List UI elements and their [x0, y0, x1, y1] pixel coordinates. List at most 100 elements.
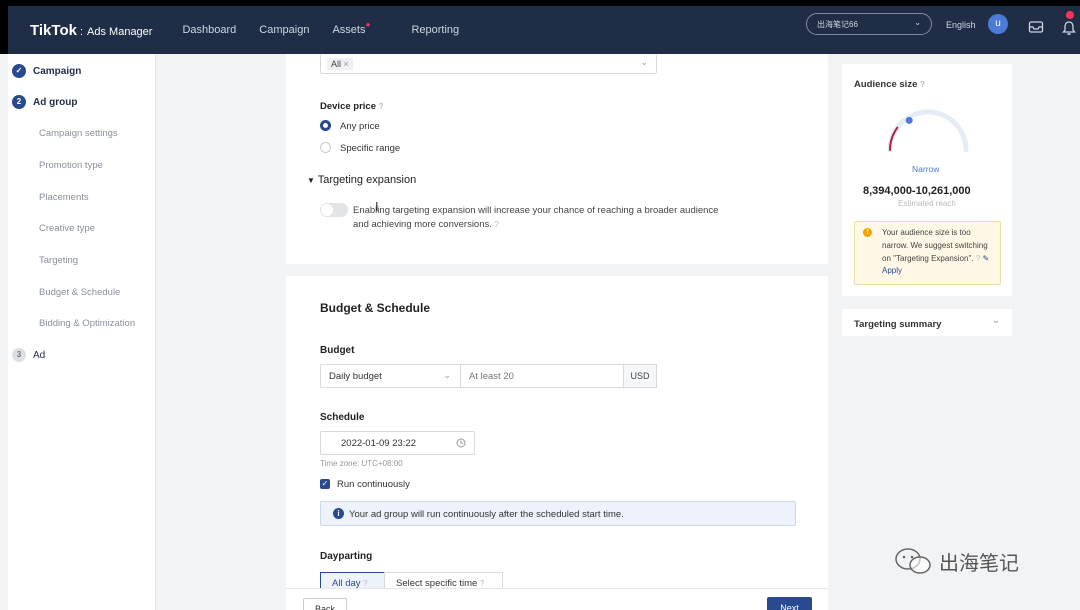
nav-assets-label: Assets	[332, 24, 366, 36]
schedule-label: Schedule	[320, 412, 365, 423]
targeting-summary-title: Targeting summary	[854, 319, 942, 330]
budget-type-value: Daily budget	[329, 371, 382, 382]
account-selector[interactable]: 出海笔记66 ⌄	[806, 13, 932, 35]
watermark-text: 出海笔记	[939, 550, 1019, 575]
substep-creative-type[interactable]: Creative type	[39, 223, 95, 234]
notification-badge	[1066, 11, 1074, 19]
chevron-down-icon: ⌄	[914, 18, 921, 27]
gauge-indicator	[905, 116, 913, 124]
next-button[interactable]: Next	[767, 597, 812, 610]
wechat-icon	[895, 548, 931, 574]
targeting-summary-panel[interactable]: Targeting summary ⌄	[842, 309, 1012, 336]
avatar[interactable]: u	[988, 14, 1008, 34]
help-icon[interactable]: ?	[379, 102, 384, 111]
logo-product-name: Ads Manager	[87, 25, 153, 38]
dayparting-label: Dayparting	[320, 551, 373, 562]
chevron-down-icon: ⌄	[991, 315, 1000, 326]
expansion-desc-line1: Enabling targeting expansion will increa…	[353, 205, 719, 216]
caret-down-icon: ▼	[307, 176, 315, 185]
substep-promotion-type[interactable]: Promotion type	[39, 160, 103, 171]
expansion-desc-line2: and achieving more conversions. ?	[353, 219, 499, 230]
bell-icon[interactable]	[1062, 20, 1076, 36]
info-text: Your ad group will run continuously afte…	[349, 509, 624, 520]
section-title: Budget & Schedule	[320, 301, 431, 315]
audience-warning-box: ! Your audience size is too narrow. We s…	[854, 221, 1001, 285]
language-switcher[interactable]: English	[946, 20, 976, 30]
substep-placements[interactable]: Placements	[39, 192, 89, 203]
run-continuously-label[interactable]: Run continuously	[337, 479, 410, 490]
help-icon[interactable]: ?	[920, 80, 925, 89]
audience-tag-select[interactable]: All × ⌄	[320, 54, 657, 74]
back-button[interactable]: Back	[303, 598, 347, 610]
targeting-expansion-toggle-header[interactable]: ▼ Targeting expansion	[307, 174, 416, 186]
step-label: Campaign	[33, 65, 82, 77]
account-name: 出海笔记66	[817, 20, 858, 29]
specific-range-label[interactable]: Specific range	[340, 143, 400, 154]
step-campaign[interactable]: ✓ Campaign	[12, 64, 81, 78]
tag-chip-label: All	[331, 59, 342, 69]
audience-size-title-text: Audience size	[854, 79, 918, 90]
close-icon[interactable]: ×	[344, 59, 349, 69]
warning-icon: !	[863, 228, 872, 237]
audience-size-title: Audience size ?	[854, 79, 925, 90]
targeting-card	[286, 54, 828, 264]
start-datetime-value: 2022-01-09 23:22	[341, 438, 417, 449]
substep-bidding-optimization[interactable]: Bidding & Optimization	[39, 318, 135, 329]
help-icon[interactable]: ?	[976, 254, 980, 263]
targeting-expansion-title: Targeting expansion	[317, 174, 417, 186]
substep-campaign-settings[interactable]: Campaign settings	[39, 128, 118, 139]
currency-addon: USD	[623, 364, 657, 388]
step-label: Ad group	[33, 96, 78, 108]
nav-campaign[interactable]: Campaign	[259, 24, 309, 36]
tag-chip: All ×	[327, 58, 353, 70]
start-date-picker[interactable]: 2022-01-09 23:22	[320, 431, 475, 455]
radio-specific-range[interactable]	[320, 142, 331, 153]
nav-assets[interactable]: Assets ●	[332, 20, 388, 36]
step-number: 2	[12, 95, 26, 109]
device-price-label-text: Device price	[320, 101, 376, 112]
nav-reporting[interactable]: Reporting	[411, 24, 459, 36]
help-icon[interactable]: ?	[495, 220, 499, 229]
check-icon: ✓	[12, 64, 26, 78]
gauge-track	[887, 109, 969, 153]
main-nav: Dashboard Campaign Assets ● Reporting	[182, 20, 482, 36]
step-ad[interactable]: 3 Ad	[12, 348, 45, 362]
any-price-label[interactable]: Any price	[340, 121, 380, 132]
run-continuously-checkbox[interactable]: ✓	[320, 479, 330, 489]
timezone-note: Time zone: UTC+08:00	[320, 459, 403, 468]
edit-icon: ✎	[982, 253, 990, 263]
chevron-down-icon: ⌄	[640, 57, 648, 67]
chevron-down-icon: ⌄	[443, 370, 451, 380]
budget-label: Budget	[320, 345, 355, 356]
help-icon: ?	[479, 579, 485, 588]
substep-targeting[interactable]: Targeting	[39, 255, 78, 266]
radio-any-price[interactable]	[320, 120, 331, 131]
nav-dashboard[interactable]: Dashboard	[182, 24, 236, 36]
footer-bar	[286, 588, 828, 610]
expansion-desc-line2-text: and achieving more conversions.	[353, 219, 492, 230]
step-label: Ad	[33, 349, 46, 361]
substep-budget-schedule[interactable]: Budget & Schedule	[39, 287, 120, 298]
help-icon: ?	[363, 579, 368, 588]
watermark: 出海笔记	[893, 546, 1019, 576]
warning-message: Your audience size is too narrow. We sug…	[882, 228, 988, 263]
step-number: 3	[12, 348, 26, 362]
budget-type-select[interactable]: Daily budget ⌄	[320, 364, 461, 388]
logo-text: TikTok	[30, 21, 77, 39]
step-ad-group[interactable]: 2 Ad group	[12, 95, 77, 109]
audience-range: 8,394,000-10,261,000	[863, 185, 971, 197]
logo-separator: :	[79, 25, 84, 38]
clock-icon	[456, 438, 466, 448]
inbox-icon[interactable]	[1028, 20, 1044, 34]
warning-text: Your audience size is too narrow. We sug…	[882, 227, 996, 278]
audience-level: Narrow	[912, 164, 940, 174]
estimated-reach-label: Estimated reach	[898, 199, 956, 208]
new-indicator-dot: ●	[365, 20, 371, 29]
device-price-label: Device price ?	[320, 101, 384, 112]
info-icon: i	[333, 508, 344, 519]
budget-amount-input[interactable]	[460, 364, 624, 388]
tiktok-ads-manager-logo[interactable]: TikTok: Ads Manager	[30, 22, 152, 39]
schedule-info-banner: i Your ad group will run continuously af…	[320, 501, 796, 526]
targeting-expansion-switch[interactable]	[320, 203, 348, 217]
apply-link-label: Apply	[882, 266, 903, 276]
